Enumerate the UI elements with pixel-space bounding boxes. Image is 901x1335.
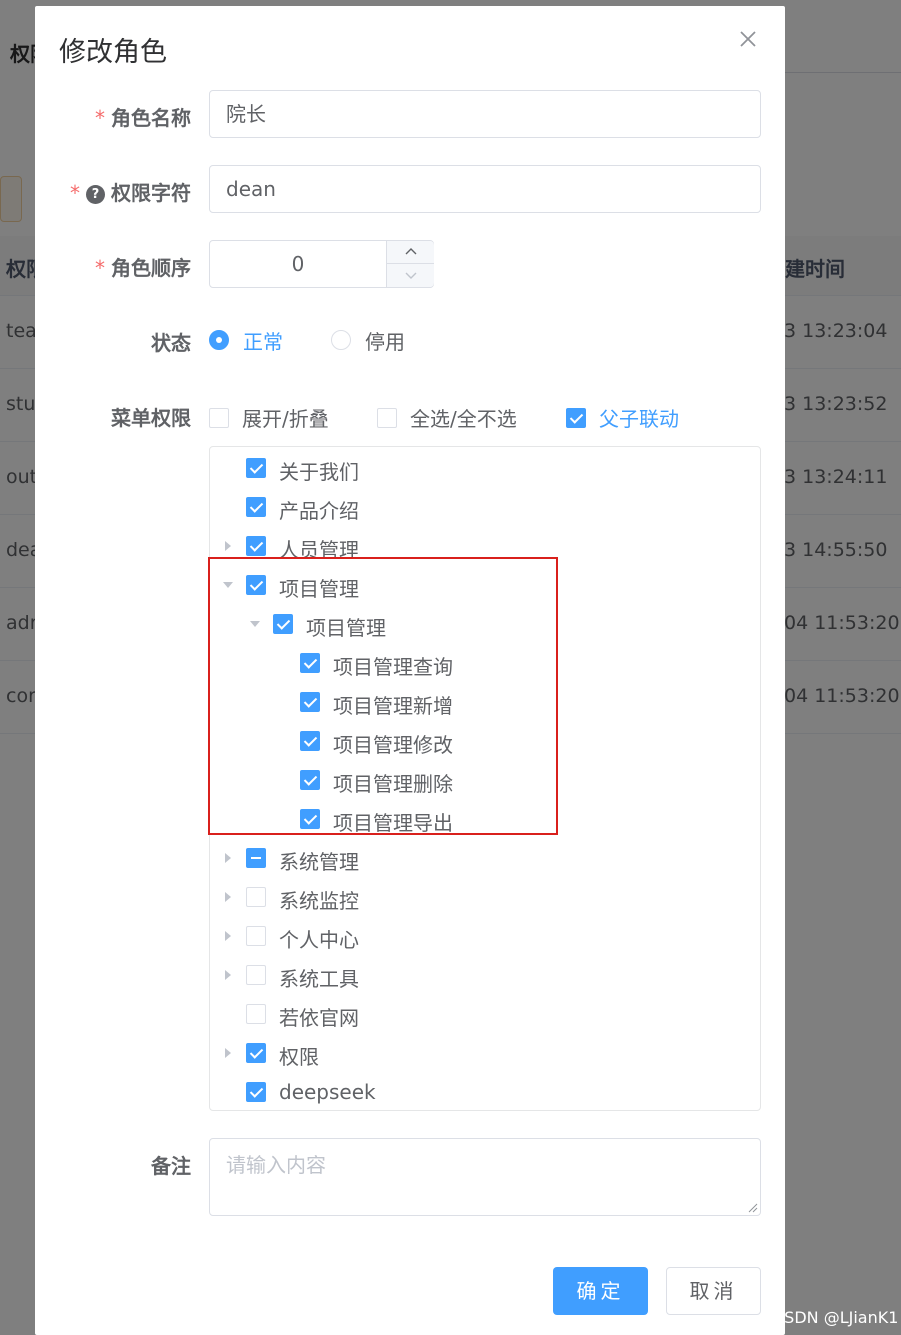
tree-node-label: 权限 [279, 1045, 319, 1069]
role-name-input[interactable]: 院长 [209, 90, 761, 138]
required-asterisk: * [95, 106, 105, 130]
radio-checked-icon [209, 330, 229, 350]
tree-node-label: 系统管理 [279, 850, 359, 874]
parent-child-link-checkbox[interactable]: 父子联动 [566, 403, 679, 432]
remark-textarea[interactable]: 请输入内容 [209, 1138, 761, 1216]
checkbox-checked-icon[interactable] [246, 458, 266, 478]
role-order-label: * 角色顺序 [95, 256, 191, 280]
remark-placeholder: 请输入内容 [226, 1153, 326, 1177]
tree-node-label: 系统监控 [279, 889, 359, 913]
caret-right-icon[interactable] [222, 1047, 234, 1059]
tree-node-label: 若依官网 [279, 1006, 359, 1030]
cancel-button[interactable]: 取消 [666, 1267, 761, 1315]
radio-unchecked-icon [331, 330, 351, 350]
resize-handle-icon[interactable] [748, 1203, 758, 1213]
role-order-stepper[interactable]: 0 [209, 240, 434, 288]
checkbox-unchecked-icon [209, 407, 229, 428]
decrease-button[interactable] [386, 264, 434, 287]
status-radio-normal[interactable]: 正常 [209, 329, 283, 354]
status-radio-disabled[interactable]: 停用 [331, 329, 405, 354]
chevron-up-icon [405, 248, 417, 255]
confirm-button[interactable]: 确定 [553, 1267, 648, 1315]
caret-right-icon[interactable] [222, 969, 234, 981]
checkbox-unchecked-icon[interactable] [246, 926, 266, 946]
expand-collapse-checkbox[interactable]: 展开/折叠 [209, 403, 329, 432]
question-circle-icon[interactable]: ? [86, 185, 105, 204]
checkbox-checked-icon[interactable] [246, 1043, 266, 1063]
required-asterisk: * [95, 256, 105, 280]
caret-right-icon[interactable] [222, 930, 234, 942]
caret-right-icon[interactable] [222, 540, 234, 552]
annotation-highlight-box [208, 557, 558, 835]
remark-label: 备注 [151, 1154, 191, 1178]
menu-permissions-label: 菜单权限 [111, 406, 191, 430]
status-label: 状态 [151, 331, 191, 355]
caret-right-icon[interactable] [222, 891, 234, 903]
checkbox-unchecked-icon[interactable] [246, 1004, 266, 1024]
checkbox-unchecked-icon [377, 407, 397, 428]
caret-right-icon[interactable] [222, 852, 234, 864]
checkbox-checked-icon[interactable] [246, 497, 266, 517]
checkbox-checked-icon[interactable] [246, 536, 266, 556]
required-asterisk: * [70, 181, 80, 205]
tree-node-label: 系统工具 [279, 967, 359, 991]
tree-node-label: 产品介绍 [279, 499, 359, 523]
checkbox-unchecked-icon[interactable] [246, 887, 266, 907]
permission-string-label: *? 权限字符 [70, 181, 191, 205]
checkbox-unchecked-icon[interactable] [246, 965, 266, 985]
edit-role-dialog: 修改角色 * 角色名称 院长 *? 权限字符 dean * 角色顺序 0 状态 正常 … [35, 6, 785, 1335]
tree-node-label: 关于我们 [279, 460, 359, 484]
role-order-value[interactable]: 0 [210, 241, 386, 287]
checkbox-indeterminate-icon[interactable] [246, 848, 266, 868]
checkbox-checked-icon[interactable] [246, 1082, 266, 1102]
permission-string-input[interactable]: dean [209, 165, 761, 213]
select-all-checkbox[interactable]: 全选/全不选 [377, 403, 517, 432]
close-icon[interactable] [737, 28, 759, 50]
tree-node-label: deepseek [279, 1080, 376, 1104]
watermark: CSDN @LJianK1 [773, 1308, 899, 1327]
checkbox-checked-icon [566, 407, 586, 428]
dialog-title: 修改角色 [59, 37, 167, 68]
increase-button[interactable] [386, 241, 434, 264]
tree-node-label: 个人中心 [279, 928, 359, 952]
chevron-down-icon [405, 272, 417, 279]
role-name-label: * 角色名称 [95, 106, 191, 130]
